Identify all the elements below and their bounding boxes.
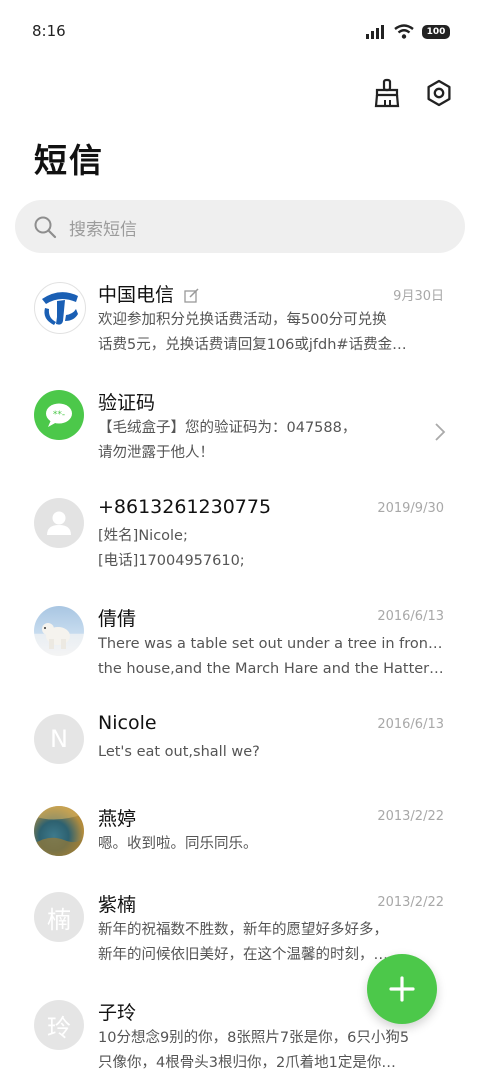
contact-name-text: 中国电信	[98, 284, 175, 306]
conversation-item[interactable]: 倩倩 2016/6/13 There was a table set out u…	[0, 590, 480, 698]
avatar: 玲	[34, 1000, 84, 1050]
message-snippet: There was a table set out under a tree i…	[98, 632, 444, 682]
snippet-line: the house,and the March Hare and the Hat…	[98, 661, 444, 677]
contact-name: 验证码	[98, 392, 156, 414]
snippet-line: 只像你，4根骨头3根归你，2爪着地1定是你…	[98, 1055, 396, 1071]
conversation-item[interactable]: N Nicole 2016/6/13 Let's eat out,shall w…	[0, 698, 480, 790]
wifi-icon	[394, 24, 414, 39]
message-snippet: 10分想念9别的你，8张照片7张是你，6只小狗5 只像你，4根骨头3根归你，2爪…	[98, 1026, 444, 1076]
new-message-button[interactable]	[367, 954, 437, 1024]
avatar: **-	[34, 390, 84, 440]
message-date: 9月30日	[393, 289, 444, 304]
contact-name: 倩倩	[98, 608, 137, 630]
snippet-line: 欢迎参加积分兑换话费活动，每500分可兑换	[98, 312, 387, 328]
svg-text:**-: **-	[53, 410, 65, 420]
message-snippet: 嗯。收到啦。同乐同乐。	[98, 832, 444, 857]
message-snippet: Let's eat out,shall we?	[98, 740, 444, 765]
conversation-item[interactable]: +8613261230775 2019/9/30 [姓名]Nicole; [电话…	[0, 482, 480, 590]
snippet-line: Let's eat out,shall we?	[98, 744, 260, 760]
clean-button[interactable]	[372, 78, 402, 108]
status-icons: 100	[366, 24, 450, 39]
message-date: 2019/9/30	[377, 501, 444, 516]
message-date: 2013/2/22	[377, 895, 444, 910]
settings-button[interactable]	[424, 78, 454, 108]
search-placeholder: 搜索短信	[69, 220, 137, 240]
snippet-line: [姓名]Nicole;	[98, 528, 188, 544]
avatar	[34, 282, 86, 334]
conversation-item[interactable]: **- 验证码 【毛绒盒子】您的验证码为：047588， 请勿泄露于他人！	[0, 374, 480, 482]
contact-name: 燕婷	[98, 808, 137, 830]
page-title: 短信	[34, 141, 104, 180]
contact-name: 紫楠	[98, 894, 137, 916]
snippet-line: 话费5元，兑换话费请回复106或jfdh#话费金…	[98, 337, 407, 353]
avatar	[34, 806, 84, 856]
battery-indicator: 100	[422, 24, 450, 39]
snippet-line: There was a table set out under a tree i…	[98, 636, 444, 652]
status-time: 8:16	[32, 22, 66, 40]
snippet-line: 新年的祝福数不胜数，新年的愿望好多好多，	[98, 922, 388, 938]
broom-icon	[374, 78, 400, 108]
message-date: 2016/6/13	[377, 609, 444, 624]
contact-name: 中国电信	[98, 280, 199, 307]
avatar: N	[34, 714, 84, 764]
edit-icon	[184, 288, 199, 303]
snippet-line: 【毛绒盒子】您的验证码为：047588，	[98, 420, 357, 436]
message-snippet: [姓名]Nicole; [电话]17004957610;	[98, 524, 444, 574]
contact-name: Nicole	[98, 712, 157, 734]
plus-icon	[389, 976, 415, 1002]
message-snippet: 【毛绒盒子】您的验证码为：047588， 请勿泄露于他人！	[98, 416, 444, 466]
snippet-line: 10分想念9别的你，8张照片7张是你，6只小狗5	[98, 1030, 410, 1046]
message-date: 2013/2/22	[377, 809, 444, 824]
telecom-logo-icon	[42, 292, 78, 325]
search-input[interactable]: 搜索短信	[15, 200, 465, 253]
conversation-item[interactable]: 燕婷 2013/2/22 嗯。收到啦。同乐同乐。	[0, 790, 480, 876]
search-icon	[34, 216, 57, 239]
signal-icon	[366, 24, 384, 39]
avatar	[34, 606, 84, 656]
avatar	[34, 498, 84, 548]
contact-name: +8613261230775	[98, 496, 272, 518]
chat-bubble-icon: **-	[46, 403, 72, 427]
landscape-photo-icon	[34, 806, 84, 856]
gear-icon	[427, 79, 451, 107]
conversation-item[interactable]: 中国电信 9月30日 欢迎参加积分兑换话费活动，每500分可兑换 话费5元，兑换…	[0, 266, 480, 374]
person-icon	[47, 511, 71, 535]
snippet-line: 请勿泄露于他人！	[98, 445, 214, 461]
snippet-line: [电话]17004957610;	[98, 553, 245, 569]
toolbar	[372, 78, 454, 108]
message-snippet: 欢迎参加积分兑换话费活动，每500分可兑换 话费5元，兑换话费请回复106或jf…	[98, 308, 444, 358]
avatar: 楠	[34, 892, 84, 942]
status-bar: 8:16 100	[0, 0, 480, 64]
message-date: 2016/6/13	[377, 717, 444, 732]
polar-bear-photo-icon	[42, 623, 70, 649]
contact-name: 子玲	[98, 1002, 137, 1024]
chevron-right-icon[interactable]	[434, 422, 446, 442]
snippet-line: 嗯。收到啦。同乐同乐。	[98, 836, 258, 852]
